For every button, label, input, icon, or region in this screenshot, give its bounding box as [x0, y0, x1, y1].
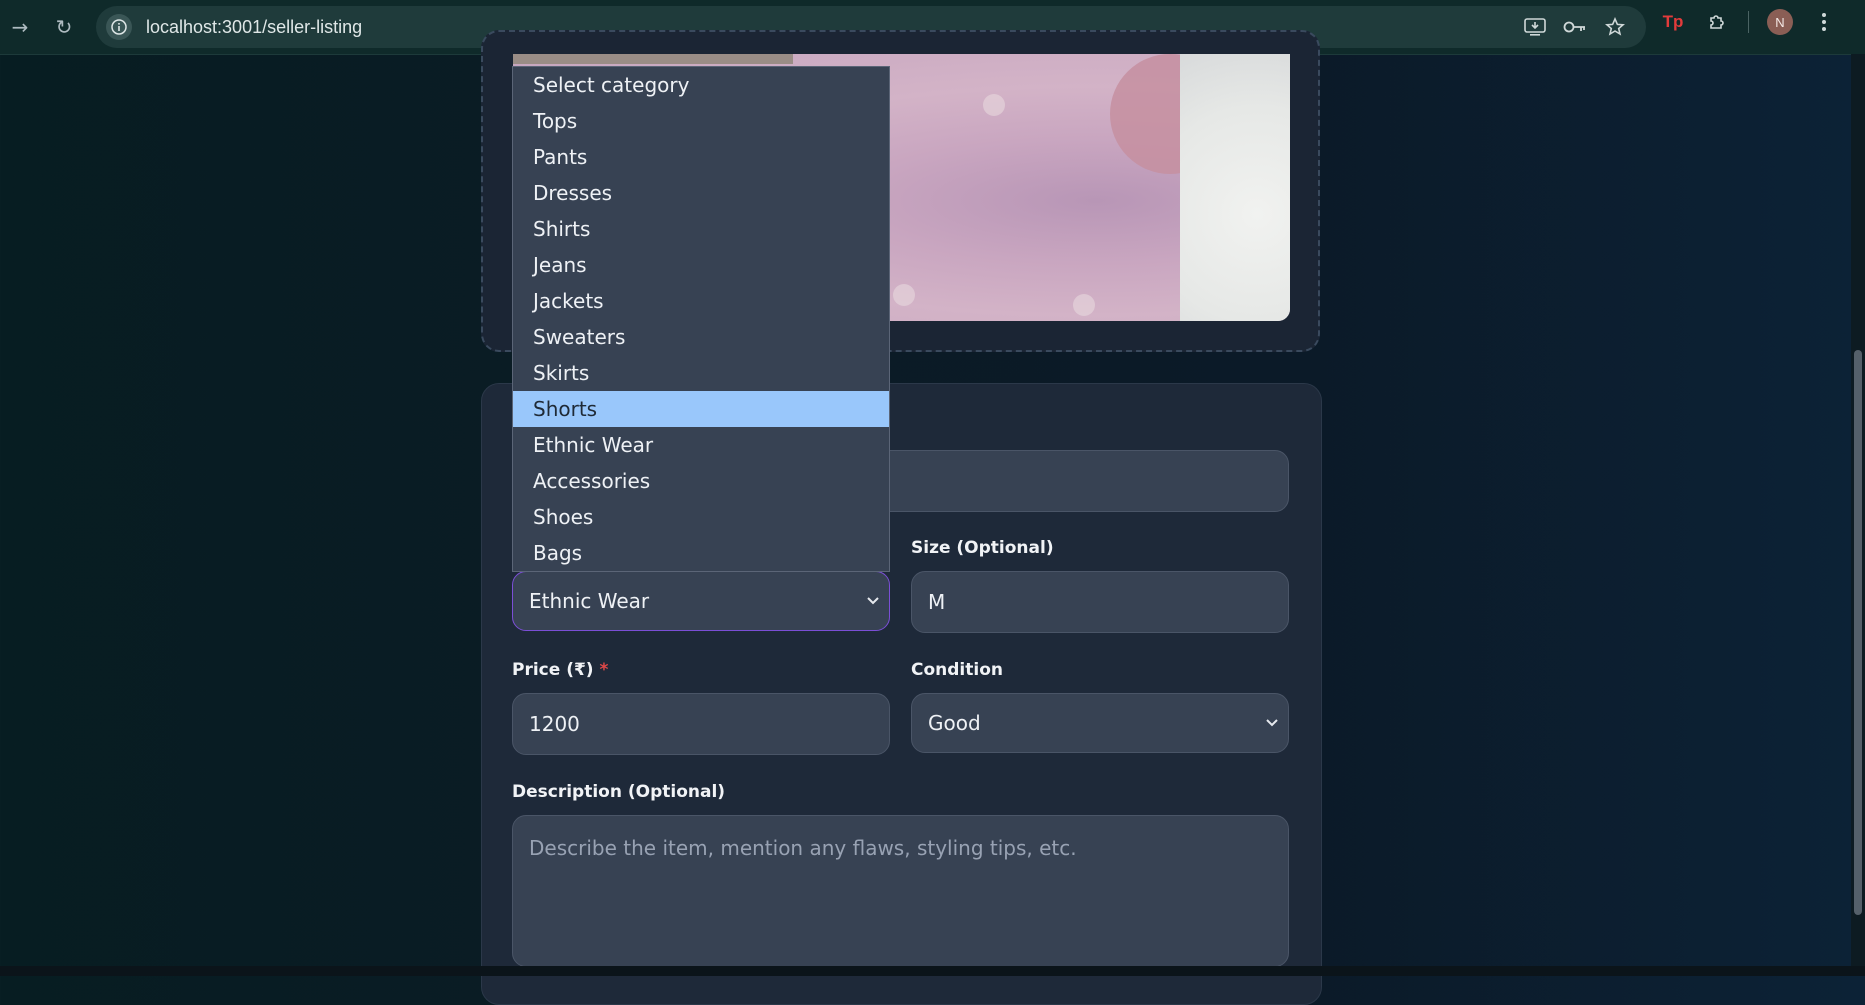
bookmark-star-icon[interactable]: [1602, 14, 1628, 40]
dropdown-option[interactable]: Bags: [513, 535, 889, 571]
dropdown-option[interactable]: Skirts: [513, 355, 889, 391]
description-label: Description (Optional): [512, 782, 726, 802]
category-select[interactable]: Ethnic Wear: [512, 571, 890, 631]
site-info-icon[interactable]: [106, 14, 132, 40]
dropdown-option[interactable]: Select category: [513, 67, 889, 103]
chevron-down-icon: [867, 593, 879, 609]
extension-tp-icon[interactable]: Tp: [1660, 9, 1686, 35]
size-input[interactable]: M: [911, 571, 1289, 633]
scrollbar-thumb[interactable]: [1854, 350, 1862, 915]
chevron-down-icon: [1266, 715, 1278, 731]
password-key-icon[interactable]: [1562, 14, 1588, 40]
dropdown-option[interactable]: Jackets: [513, 283, 889, 319]
category-dropdown-list[interactable]: Select category Tops Pants Dresses Shirt…: [512, 66, 890, 572]
bottom-edge: [0, 966, 1865, 976]
dropdown-option[interactable]: Ethnic Wear: [513, 427, 889, 463]
install-app-icon[interactable]: [1522, 14, 1548, 40]
condition-label: Condition: [911, 660, 1003, 680]
extensions-puzzle-icon[interactable]: [1704, 9, 1730, 35]
dropdown-option-highlighted[interactable]: Shorts: [513, 391, 889, 427]
dropdown-option[interactable]: Jeans: [513, 247, 889, 283]
toolbar-divider: [1748, 11, 1749, 33]
size-label: Size (Optional): [911, 538, 1054, 558]
price-label: Price (₹) *: [512, 660, 609, 680]
dropdown-option[interactable]: Shirts: [513, 211, 889, 247]
dropdown-option[interactable]: Dresses: [513, 175, 889, 211]
profile-avatar[interactable]: N: [1767, 9, 1793, 35]
dropdown-option[interactable]: Accessories: [513, 463, 889, 499]
dropdown-option[interactable]: Pants: [513, 139, 889, 175]
reload-icon[interactable]: ↻: [46, 9, 82, 45]
page-scrollbar[interactable]: [1851, 54, 1865, 976]
dropdown-option[interactable]: Tops: [513, 103, 889, 139]
dropdown-option[interactable]: Sweaters: [513, 319, 889, 355]
price-input[interactable]: 1200: [512, 693, 890, 755]
forward-icon[interactable]: →: [2, 9, 38, 45]
more-menu-icon[interactable]: [1811, 9, 1837, 35]
url-text[interactable]: localhost:3001/seller-listing: [146, 17, 362, 38]
description-textarea[interactable]: Describe the item, mention any flaws, st…: [512, 815, 1289, 967]
dropdown-option[interactable]: Shoes: [513, 499, 889, 535]
condition-select[interactable]: Good: [911, 693, 1289, 753]
